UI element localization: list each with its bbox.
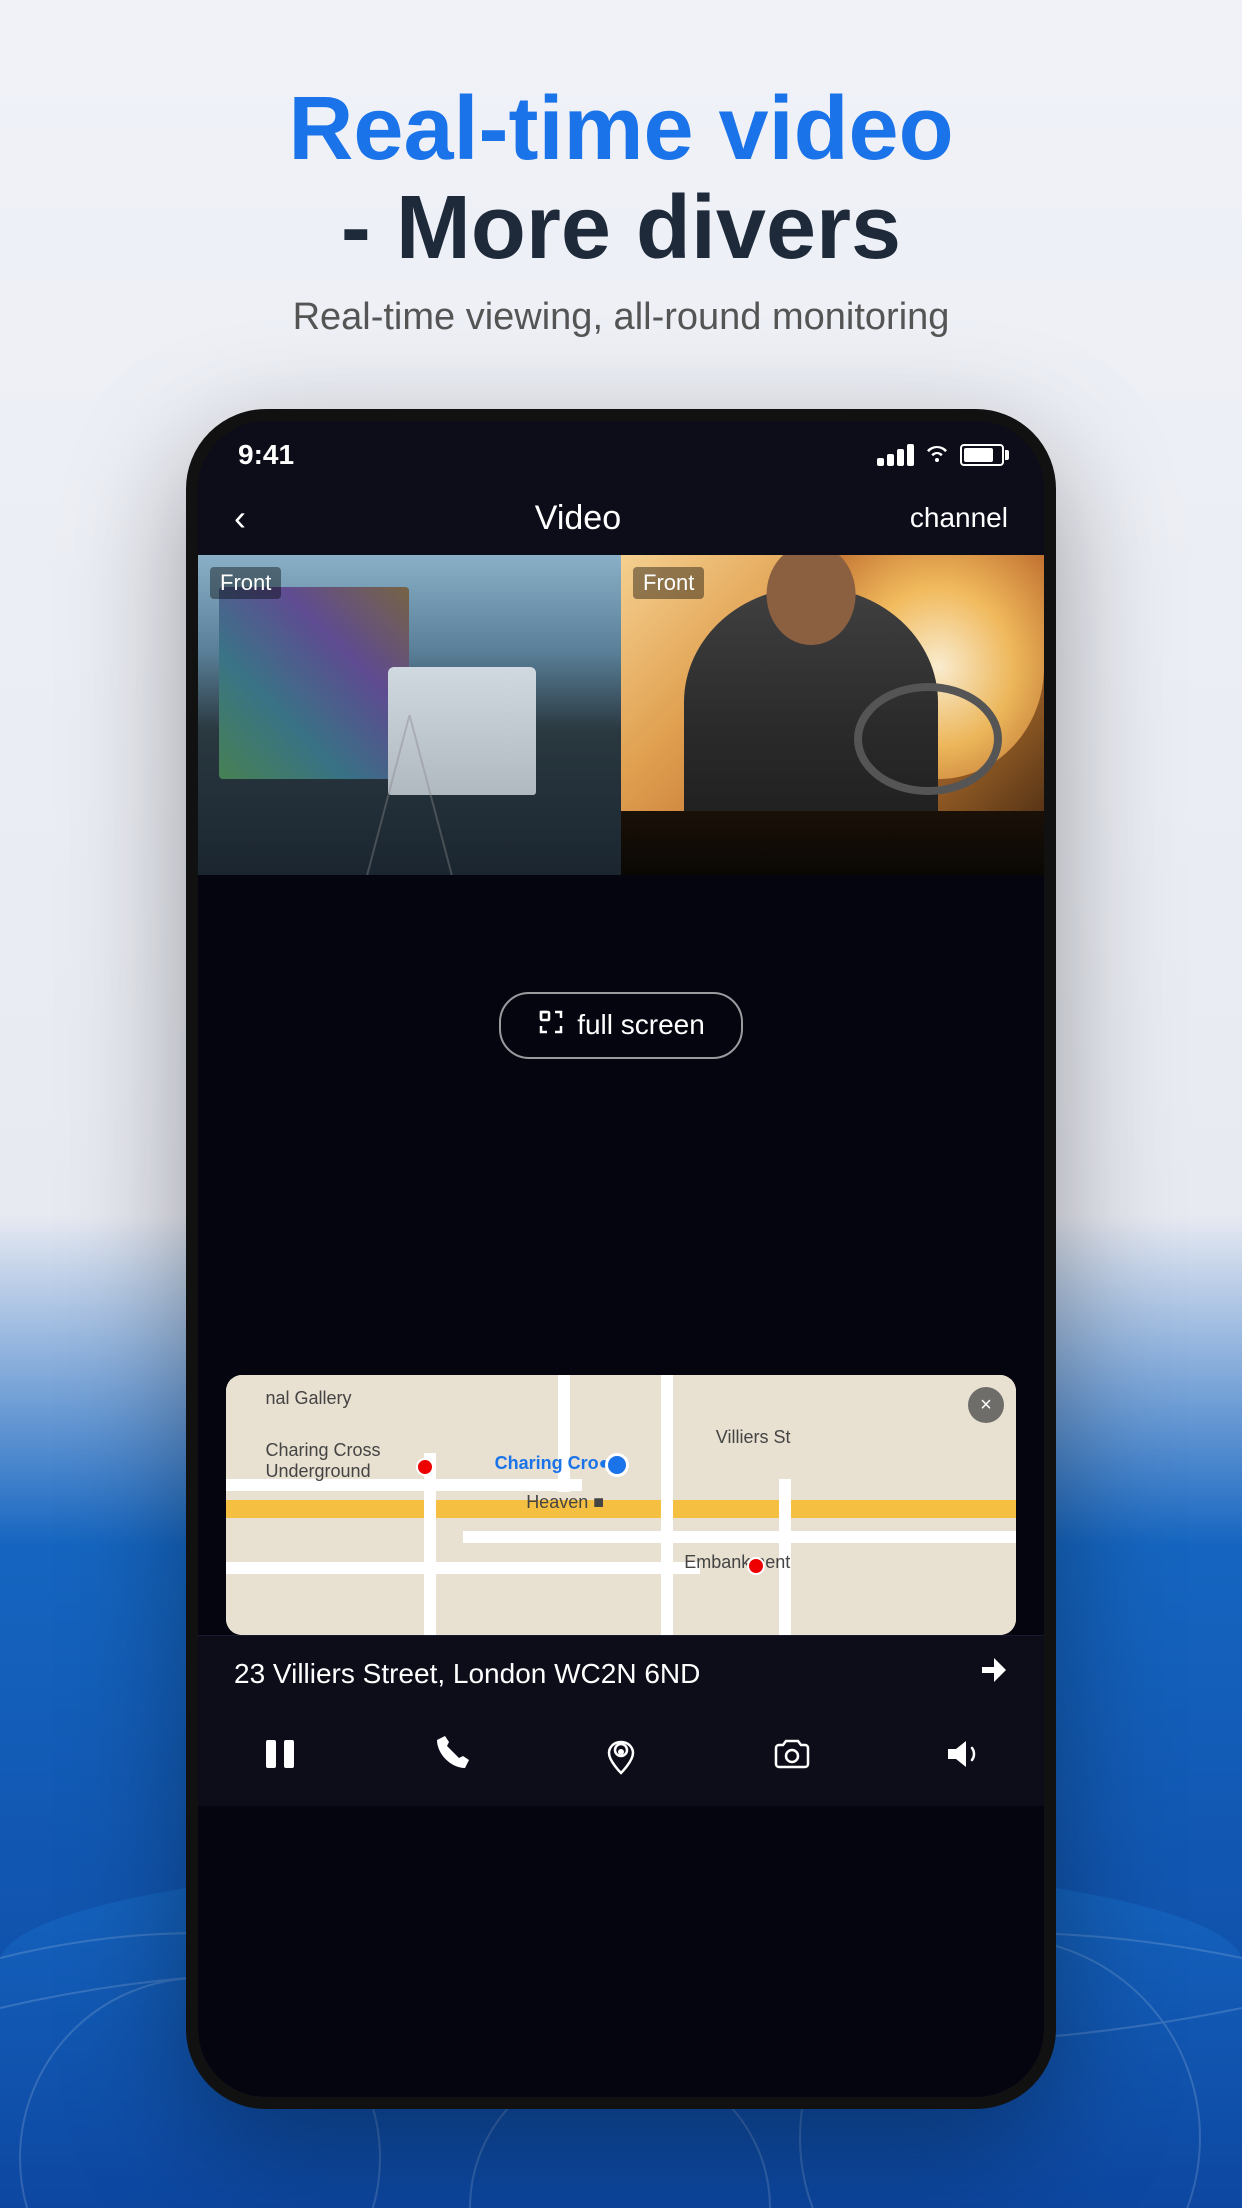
- nav-title: Video: [535, 499, 621, 538]
- video-panel-interior[interactable]: Front: [621, 555, 1044, 875]
- battery-icon: [960, 444, 1004, 466]
- map-location-marker: [605, 1453, 629, 1477]
- underground-icon-1: [416, 1458, 434, 1476]
- location-button[interactable]: [599, 1732, 643, 1776]
- map-label-gallery: nal Gallery: [266, 1388, 352, 1409]
- interior-scene: [621, 555, 1044, 875]
- page-title-blue: Real-time video: [288, 80, 953, 179]
- map-close-icon: ×: [980, 1394, 992, 1417]
- navigate-arrow-icon[interactable]: [980, 1656, 1008, 1692]
- channel-button[interactable]: channel: [910, 502, 1008, 534]
- fullscreen-icon: [537, 1008, 565, 1043]
- video-grid: Front: [198, 555, 1044, 875]
- back-button[interactable]: ‹: [234, 497, 246, 539]
- volume-button[interactable]: [940, 1732, 984, 1776]
- steering-wheel: [854, 683, 1002, 795]
- screen-content: 9:41: [198, 421, 1044, 2097]
- pause-button[interactable]: [258, 1732, 302, 1776]
- dark-section-middle: full screen: [198, 875, 1044, 1175]
- phone-frame: 9:41: [186, 409, 1056, 2109]
- dark-section-bottom: [198, 1175, 1044, 1375]
- video-label-front-1: Front: [210, 567, 281, 599]
- fullscreen-button[interactable]: full screen: [499, 992, 743, 1059]
- page-title-dark: - More divers: [288, 179, 953, 278]
- map-label-charing-cro: Charing Cro●: [495, 1453, 610, 1474]
- fullscreen-label: full screen: [577, 1009, 705, 1041]
- nav-bar: ‹ Video channel: [198, 481, 1044, 555]
- map-close-button[interactable]: ×: [968, 1387, 1004, 1423]
- map-label-villiers-st: Villiers St: [716, 1427, 791, 1448]
- status-icons: [877, 442, 1004, 468]
- wifi-icon: [924, 442, 950, 468]
- road-scene: [198, 555, 621, 875]
- phone-mockup: 9:41: [186, 409, 1056, 2109]
- status-time: 9:41: [238, 439, 294, 471]
- camera-button[interactable]: [770, 1732, 814, 1776]
- map-label-heaven: Heaven ■: [526, 1492, 604, 1513]
- address-text: 23 Villiers Street, London WC2N 6ND: [234, 1658, 700, 1690]
- signal-bars-icon: [877, 444, 914, 466]
- page-subtitle: Real-time viewing, all-round monitoring: [288, 296, 953, 339]
- video-label-front-2: Front: [633, 567, 704, 599]
- address-bar: 23 Villiers Street, London WC2N 6ND: [198, 1635, 1044, 1712]
- map-label-charing-cross-underground: Charing CrossUnderground: [266, 1440, 381, 1482]
- bottom-controls: [198, 1712, 1044, 1806]
- video-panel-traffic[interactable]: Front: [198, 555, 621, 875]
- map-background: Charing Cro● Heaven ■ Charing CrossUnder…: [226, 1375, 1016, 1635]
- driver-head: [767, 555, 856, 645]
- call-button[interactable]: [429, 1732, 473, 1776]
- status-bar: 9:41: [198, 421, 1044, 481]
- map-label-embankment: Embankment: [684, 1552, 790, 1573]
- map-container: Charing Cro● Heaven ■ Charing CrossUnder…: [226, 1375, 1016, 1635]
